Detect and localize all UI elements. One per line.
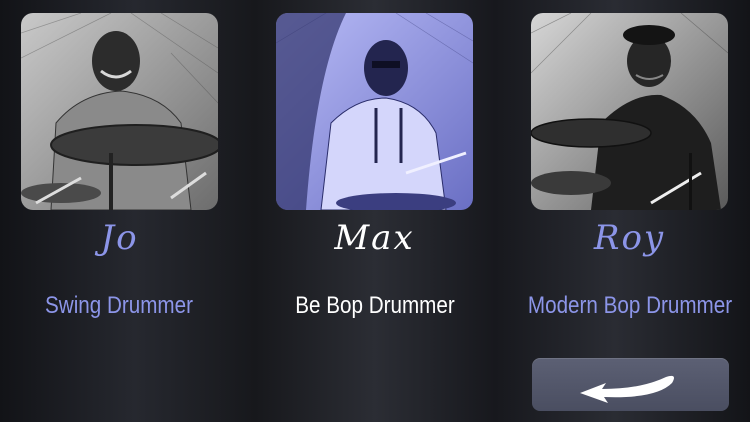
drummer-portrait-jo xyxy=(21,13,218,210)
signature-roy: Roy xyxy=(593,218,666,258)
drummer-card-roy[interactable] xyxy=(531,13,728,210)
signature-jo: Jo xyxy=(100,218,139,258)
drummer-card-max[interactable] xyxy=(276,13,473,210)
drummer-portrait-roy xyxy=(531,13,728,210)
role-label-swing[interactable]: Swing Drummer xyxy=(7,292,231,320)
back-button[interactable] xyxy=(532,358,729,411)
signature-max: Max xyxy=(334,218,415,258)
drummer-portrait-max xyxy=(276,13,473,210)
role-label-bebop[interactable]: Be Bop Drummer xyxy=(263,292,487,320)
drummer-card-jo[interactable] xyxy=(21,13,218,210)
role-label-modern-bop[interactable]: Modern Bop Drummer xyxy=(518,292,742,320)
back-arrow-icon xyxy=(579,375,674,403)
